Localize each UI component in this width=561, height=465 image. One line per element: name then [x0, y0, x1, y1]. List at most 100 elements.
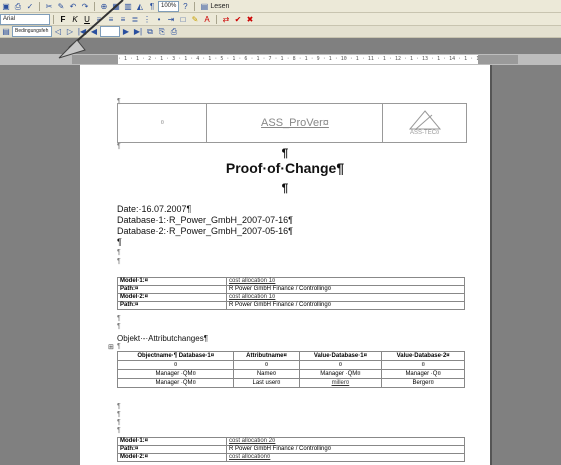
centered-paragraph-mark: ¶ [281, 181, 289, 195]
accept-change-icon[interactable]: ✔ [233, 15, 243, 24]
table-cell: Berger¤ [381, 378, 465, 388]
model-table-1: Model·1:¤ cost allocation 1¤ Path:¤ R Powe… [117, 277, 465, 310]
header-product-name: ASS_ProVer¤ [207, 104, 384, 142]
objekt-heading: Objekt·-·Attributchanges¶ [117, 334, 208, 343]
table-cell: R Power GmbH Finance / Controlling¤ [226, 301, 465, 310]
paragraph-mark: ¶ [117, 419, 121, 426]
document-title: Proof·of·Change¶ [225, 160, 345, 176]
drawing-icon[interactable]: ◭ [135, 2, 145, 11]
header-logo: ASS-TEC¤ [383, 104, 466, 142]
paragraph-mark: ¶ [117, 323, 121, 330]
reject-change-icon[interactable]: ✖ [245, 15, 255, 24]
table-cell: Manager ·QM¤ [116, 378, 235, 388]
table-cell: Name¤ [233, 369, 300, 379]
table-row: ¤ ¤ ¤ ¤ [116, 360, 465, 370]
model-table-2: Model·1:¤ cost allocation 2¤ Path:¤ R Powe… [117, 437, 465, 462]
table-row: Model·1:¤ cost allocation 1¤ [117, 277, 465, 286]
toolbar-separator [53, 14, 54, 24]
print-icon[interactable]: ⎙ [13, 2, 23, 11]
numbering-icon[interactable]: ⋮ [142, 15, 152, 24]
paragraph-mark: ¶ [117, 343, 121, 350]
reading-mode-button[interactable]: Lesen [210, 3, 229, 10]
ruler-scale: · 1 · 1 · 2 · 1 · 3 · 1 · 4 · 1 · 5 · 1 … [118, 55, 478, 64]
database-2-line: Database·2:·R_Power_GmbH_2007-05-16¶ [117, 226, 293, 236]
table-cell: R Power GmbH Finance / Controlling¤ [226, 445, 465, 454]
table-cell: R Power GmbH Finance / Controlling¤ [226, 285, 465, 294]
track-changes-icon[interactable]: ⇄ [221, 15, 231, 24]
bullets-icon[interactable]: • [154, 15, 164, 24]
table-row: Path:¤ R Power GmbH Finance / Controlling… [117, 285, 465, 294]
merge-icon[interactable]: ⧉ [145, 27, 155, 36]
table-cell: Manager ·QM¤ [298, 369, 383, 379]
table-header-row: Objectname·¶ Database·1¤ Attributname¤ V… [116, 351, 465, 361]
reading-mode-icon[interactable]: ▤ [199, 2, 209, 11]
table-cell: cost allocation 1¤ [226, 277, 465, 286]
table-row: Model·1:¤ cost allocation 2¤ [117, 437, 465, 446]
paragraph-mark: ¶ [117, 411, 121, 418]
table-cell: Model·1:¤ [117, 437, 227, 446]
toolbar-separator [216, 14, 217, 24]
centered-paragraph-mark: ¶ [281, 146, 289, 160]
table-cell: Model·1:¤ [117, 277, 227, 286]
show-formatting-icon[interactable]: ¶ [147, 2, 157, 11]
paragraph-mark: ¶ [117, 427, 121, 434]
review-icon[interactable]: ▤ [1, 27, 11, 36]
last-record-icon[interactable]: ▶| [133, 27, 143, 36]
style-select[interactable]: Bedingungsfeh [12, 26, 52, 37]
help-icon[interactable]: ? [180, 2, 190, 11]
toolbar-separator [39, 1, 40, 11]
table-cell: ¤ [298, 360, 383, 370]
justify-icon[interactable]: ≣ [130, 15, 140, 24]
date-line: Date:·16.07.2007¶ [117, 204, 192, 214]
table-cell: cost allocation 2¤ [226, 437, 465, 446]
table-cell: Last user¤ [233, 378, 300, 388]
document-page[interactable]: ¶ ¤ ASS_ProVer¤ ASS-TEC¤ ¶ ¶ Proof·of·Ch… [80, 65, 490, 465]
column-header: Attributname¤ [233, 351, 300, 361]
table-row: Path:¤ R Power GmbH Finance / Controlling… [117, 301, 465, 310]
zoom-select[interactable]: 100% [158, 0, 180, 12]
table-row: Manager ·QM¤ Last user¤ miller¤ Berger¤ [116, 378, 465, 388]
table-row: Path:¤ R Power GmbH Finance / Controlling… [117, 445, 465, 454]
paragraph-mark: ¶ [117, 249, 121, 256]
highlight-icon[interactable]: ✎ [190, 15, 200, 24]
ruler-right-margin [478, 55, 518, 64]
border-icon[interactable]: □ [178, 15, 188, 24]
column-header: Value·Database·2¤ [381, 351, 465, 361]
table-cell: cost allocation¤ [226, 453, 465, 462]
save-icon[interactable]: ▣ [1, 2, 11, 11]
empty-paragraph: ¶ [117, 237, 122, 247]
column-header: Objectname·¶ Database·1¤ [116, 351, 235, 361]
paragraph-mark: ¶ [117, 403, 121, 410]
table-row: Model·2:¤ cost allocation 1¤ [117, 293, 465, 302]
merge-to-doc-icon[interactable]: ⎘ [157, 27, 167, 36]
attribute-changes-table: Objectname·¶ Database·1¤ Attributname¤ V… [116, 351, 465, 388]
table-cell: ¤ [381, 360, 465, 370]
cut-icon[interactable]: ✂ [44, 2, 54, 11]
table-cell: cost allocation 1¤ [226, 293, 465, 302]
logo-text: ASS-TEC¤ [410, 130, 440, 136]
table-cell: ¤ [233, 360, 300, 370]
indent-icon[interactable]: ⇥ [166, 15, 176, 24]
header-cell-empty: ¤ [118, 104, 208, 142]
table-cell: Path:¤ [117, 285, 227, 294]
table-cell: Path:¤ [117, 445, 227, 454]
table-move-handle-icon[interactable]: ⊞ [108, 343, 114, 351]
pointer-arrow-icon [58, 0, 124, 59]
table-cell: Manager ·QM¤ [116, 369, 235, 379]
paragraph-mark: ¶ [117, 258, 121, 265]
table-cell: Manager ·Q¤ [381, 369, 465, 379]
column-header: Value·Database·1¤ [298, 351, 383, 361]
toolbar-separator [194, 1, 196, 11]
font-name-select[interactable]: Arial [0, 13, 50, 25]
company-logo-icon [408, 110, 441, 130]
database-1-line: Database·1:·R_Power_GmbH_2007-07-16¶ [117, 215, 293, 225]
merge-to-printer-icon[interactable]: ⎙ [169, 27, 179, 36]
spellcheck-icon[interactable]: ✓ [25, 2, 35, 11]
font-color-icon[interactable]: A [202, 15, 212, 24]
paragraph-mark: ¶ [117, 315, 121, 322]
table-row: Model·2:¤ cost allocation¤ [117, 453, 465, 462]
table-cell: Path:¤ [117, 301, 227, 310]
table-row: Manager ·QM¤ Name¤ Manager ·QM¤ Manager … [116, 369, 465, 379]
table-cell: miller¤ [298, 378, 383, 388]
header-table: ¤ ASS_ProVer¤ ASS-TEC¤ [117, 103, 467, 143]
